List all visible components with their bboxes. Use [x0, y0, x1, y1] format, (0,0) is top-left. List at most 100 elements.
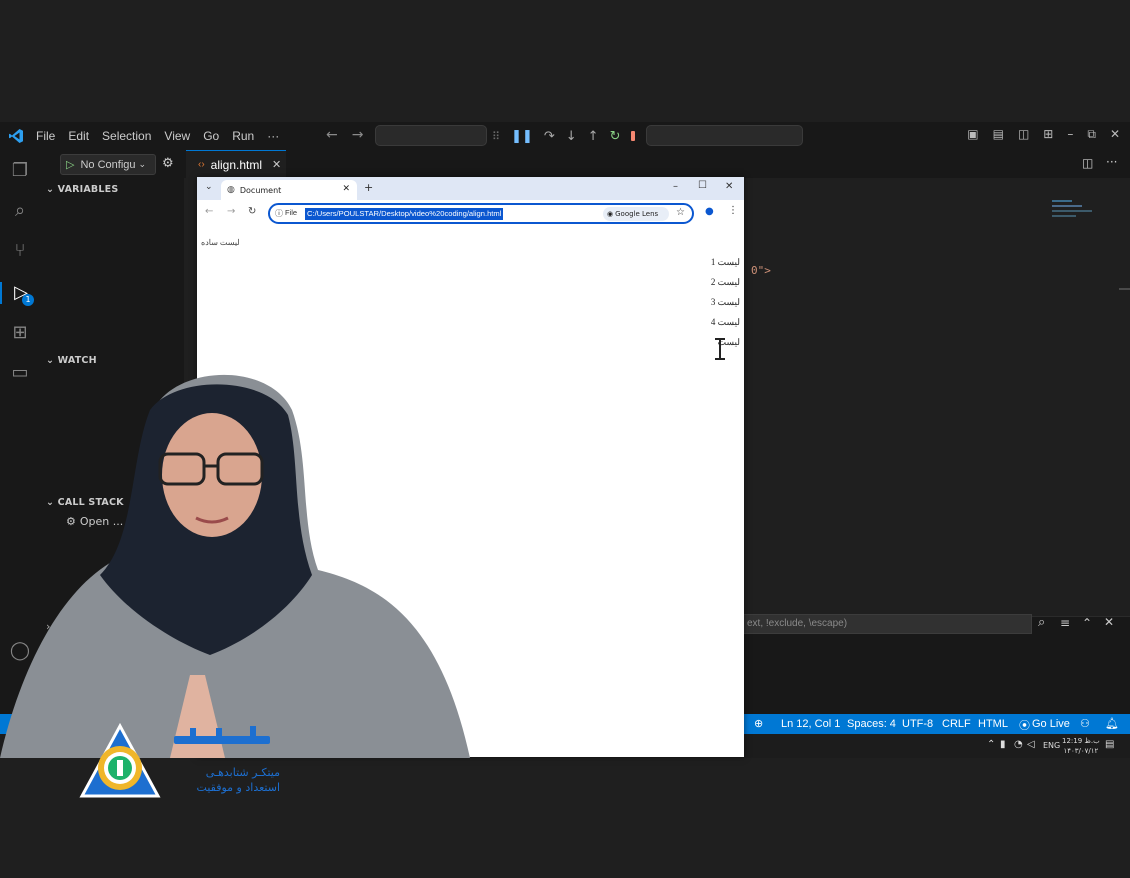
start-debug-icon[interactable]: ▷	[66, 158, 74, 171]
list-item: لیست 1	[710, 257, 740, 267]
code-fragment: 0">	[751, 264, 771, 277]
clock[interactable]: 12:19 ب.ظ ۱۴۰۳/۰۷/۱۲	[1062, 736, 1100, 756]
indentation[interactable]: Spaces: 4	[847, 718, 896, 730]
language-mode[interactable]: HTML	[978, 718, 1008, 730]
go-live-button[interactable]: Go Live	[1032, 718, 1070, 730]
variables-title: VARIABLES	[57, 184, 119, 195]
encoding[interactable]: UTF-8	[902, 718, 933, 730]
step-over-icon[interactable]: ↷	[544, 129, 555, 144]
line-endings[interactable]: CRLF	[942, 718, 971, 730]
menu-edit[interactable]: Edit	[68, 129, 89, 143]
copilot-icon[interactable]: ⚇	[1080, 717, 1090, 730]
tab-align-html[interactable]: ‹› align.html ✕	[186, 150, 286, 178]
chevron-up-icon[interactable]: ⌃	[987, 739, 995, 750]
run-debug-icon[interactable]: ▷	[0, 282, 40, 304]
command-center[interactable]	[375, 125, 487, 146]
lens-icon: ◉	[607, 210, 614, 218]
explorer-icon[interactable]: ❐	[9, 160, 31, 182]
logo-emblem-icon	[79, 722, 161, 798]
customize-layout-icon[interactable]: ⊞	[1043, 127, 1053, 142]
list-item: لیست 3	[710, 297, 740, 307]
zoom-icon[interactable]: ⊕	[754, 717, 763, 730]
step-out-icon[interactable]: ↑	[588, 129, 599, 144]
debug-config-select[interactable]: ▷ No Configu ⌄	[60, 154, 156, 175]
close-icon[interactable]: ✕	[342, 184, 350, 194]
reload-icon[interactable]: ↻	[248, 206, 256, 217]
toggle-panel-icon[interactable]: ▤	[993, 127, 1004, 142]
watch-header[interactable]: ⌄ WATCH	[46, 355, 97, 366]
go-live-icon: ⦿	[1019, 720, 1030, 732]
vscode-logo-icon	[9, 129, 23, 143]
globe-icon: ◍	[227, 185, 235, 195]
close-icon[interactable]: ✕	[272, 158, 281, 171]
close-icon[interactable]: ✕	[725, 181, 733, 192]
variables-header[interactable]: ⌄ VARIABLES	[46, 184, 118, 195]
maximize-icon[interactable]: ☐	[698, 180, 707, 191]
volume-icon[interactable]: ◁	[1027, 739, 1035, 750]
cursor-position[interactable]: Ln 12, Col 1	[781, 718, 840, 730]
nav-arrows: ← →	[326, 127, 363, 143]
html-file-icon: ‹›	[198, 159, 205, 170]
panel-filter-input[interactable]: ext, !exclude, \escape)	[740, 614, 1032, 634]
bell-icon[interactable]: 🔔︎	[1105, 717, 1119, 730]
menu-go[interactable]: Go	[203, 129, 219, 143]
restart-icon[interactable]: ↻	[610, 129, 621, 144]
logo-tagline-2: استعداد و موفقیت	[196, 781, 280, 794]
split-editor-icon[interactable]: ◫	[1082, 156, 1093, 170]
tab-label: align.html	[210, 157, 263, 172]
forward-arrow-icon[interactable]: →	[227, 206, 235, 217]
notifications-icon[interactable]: ▤	[1105, 739, 1114, 750]
minimize-icon[interactable]: –	[1067, 127, 1073, 142]
pause-icon[interactable]: ❚❚	[511, 129, 533, 144]
kebab-menu-icon[interactable]: ⋮	[728, 205, 738, 216]
info-icon[interactable]: ⓘ	[275, 208, 283, 219]
new-tab-icon[interactable]: +	[364, 181, 373, 194]
step-into-icon[interactable]: ↓	[566, 129, 577, 144]
restore-icon[interactable]: ⧉	[1087, 127, 1096, 142]
keyboard-language[interactable]: ENG	[1043, 741, 1060, 750]
scrollbar[interactable]	[1119, 288, 1130, 290]
menu-selection[interactable]: Selection	[102, 129, 151, 143]
google-lens-button[interactable]: ◉ Google Lens	[603, 207, 669, 221]
menu-file[interactable]: File	[36, 129, 55, 143]
minimize-icon[interactable]: –	[673, 181, 678, 192]
menu-view[interactable]: View	[164, 129, 190, 143]
mic-icon[interactable]: ▮	[1000, 739, 1006, 750]
lens-label: Google Lens	[615, 210, 659, 218]
chevron-up-icon[interactable]: ⌃	[1082, 616, 1092, 630]
tab-search-icon[interactable]: ⌄	[205, 182, 213, 192]
browser-tab-document[interactable]: ◍ Document ✕	[221, 180, 357, 200]
clock-time: 12:19 ب.ظ	[1062, 737, 1100, 745]
drag-handle-icon[interactable]: ⠿	[492, 130, 500, 143]
back-arrow-icon[interactable]: ←	[205, 206, 213, 217]
list-icon[interactable]: ≡	[1060, 616, 1070, 630]
watch-title: WATCH	[57, 355, 97, 366]
search-icon[interactable]: ⌕	[1038, 615, 1045, 630]
menu-more[interactable]: ···	[267, 129, 279, 143]
back-arrow-icon[interactable]: ←	[326, 127, 338, 143]
minimap	[1052, 198, 1096, 226]
list-item: لیست 2	[710, 277, 740, 287]
close-icon[interactable]: ✕	[1110, 127, 1120, 142]
toggle-secondary-sidebar-icon[interactable]: ◫	[1018, 127, 1029, 142]
search-box[interactable]	[646, 125, 803, 146]
gear-icon[interactable]: ⚙	[162, 156, 174, 171]
close-icon[interactable]: ✕	[1104, 615, 1114, 629]
forward-arrow-icon[interactable]: →	[352, 127, 364, 143]
url-text[interactable]: C:/Users/POULSTAR/Desktop/video%20coding…	[305, 208, 504, 220]
more-actions-icon[interactable]: ···	[1106, 155, 1117, 169]
address-bar[interactable]: ⓘ File C:/Users/POULSTAR/Desktop/video%2…	[268, 203, 694, 224]
toggle-sidebar-icon[interactable]: ▣	[967, 127, 978, 142]
stop-icon[interactable]	[631, 131, 636, 141]
menu-run[interactable]: Run	[232, 129, 254, 143]
search-icon[interactable]: ⌕	[9, 200, 31, 222]
extensions-icon[interactable]: ⊞	[9, 322, 31, 344]
profile-icon[interactable]: ●	[705, 206, 714, 217]
screen: File Edit Selection View Go Run ··· ← → …	[0, 0, 1130, 878]
star-icon[interactable]: ☆	[676, 207, 685, 218]
source-control-icon[interactable]: ⑂	[9, 240, 31, 262]
wifi-icon[interactable]: ◔	[1014, 739, 1023, 750]
title-bar: File Edit Selection View Go Run ··· ← → …	[0, 122, 1130, 150]
chevron-down-icon: ⌄	[46, 355, 58, 366]
browser-toolbar: ← → ↻ ⓘ File C:/Users/POULSTAR/Desktop/v…	[197, 200, 744, 228]
